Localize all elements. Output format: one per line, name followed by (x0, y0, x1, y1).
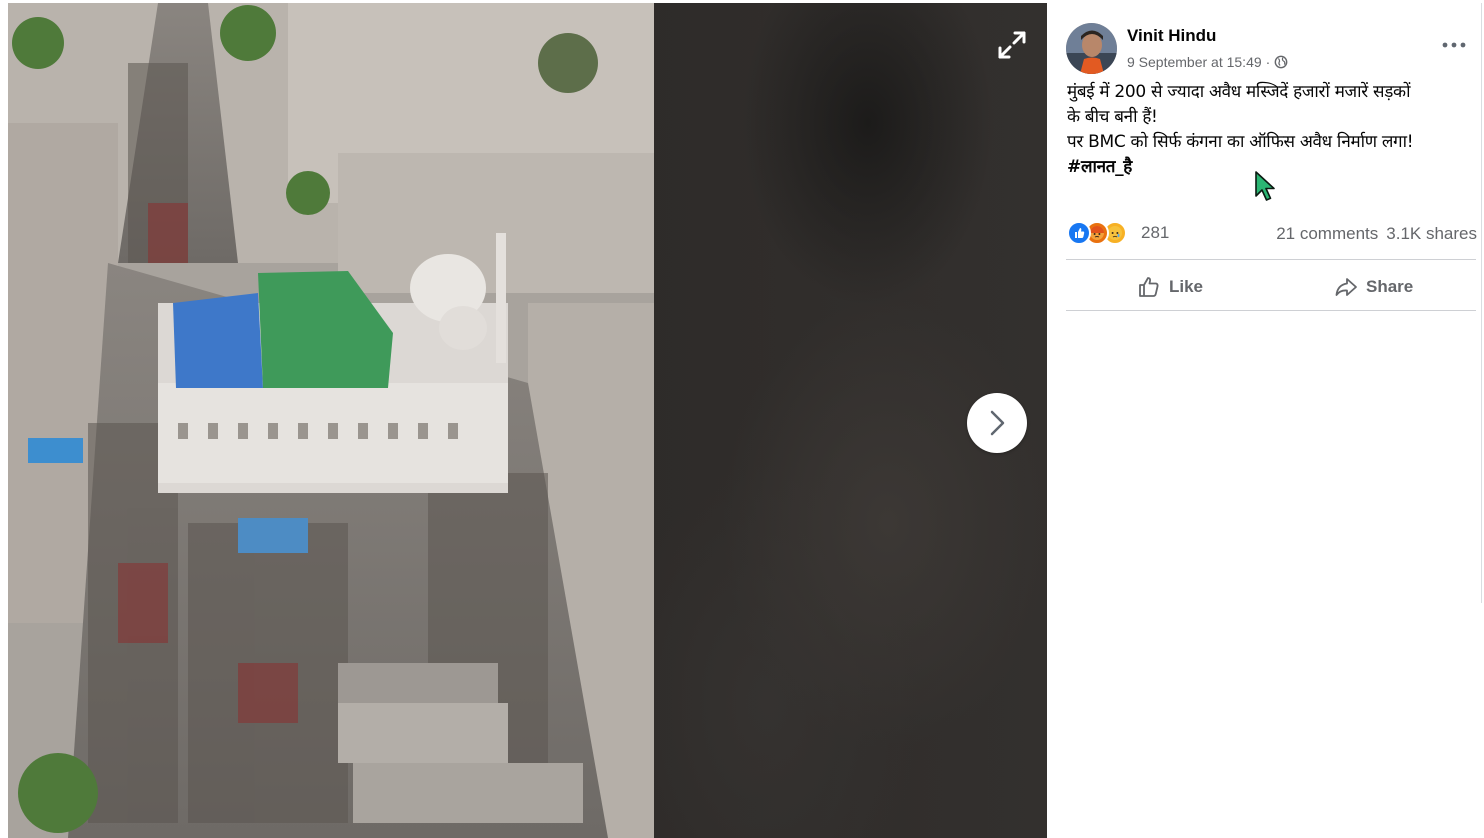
sidebar-divider (1481, 3, 1482, 603)
globe-icon[interactable] (1274, 55, 1288, 69)
reaction-count: 281 (1141, 223, 1170, 242)
post-timestamp[interactable]: 9 September at 15:49 (1127, 54, 1262, 70)
post-text: मुंबई में 200 से ज्यादा अवैध मस्जिदें हज… (1067, 80, 1479, 180)
meta-separator: · (1265, 54, 1271, 70)
shares-count[interactable]: 3.1K shares (1386, 224, 1477, 244)
reactions-summary[interactable]: 281 (1067, 221, 1169, 245)
media-stage (8, 3, 1047, 838)
expand-arrows-icon (998, 31, 1026, 59)
aerial-city-photo (8, 3, 654, 838)
fullscreen-button[interactable] (993, 25, 1031, 65)
photo-viewer: Vinit Hindu 9 September at 15:49 · मुंबई… (0, 0, 1484, 838)
share-label: Share (1366, 277, 1414, 296)
post-text-line: पर BMC को सिर्फ कंगना का ऑफिस अवैध निर्म… (1067, 132, 1414, 152)
comments-count[interactable]: 21 comments (1276, 224, 1378, 244)
engagement-counts: 21 comments 3.1K shares (1276, 224, 1477, 244)
like-reaction-icon (1067, 221, 1091, 245)
post-text-line: मुंबई में 200 से ज्यादा अवैध मस्जिदें हज… (1067, 82, 1411, 102)
more-options-button[interactable] (1440, 31, 1468, 59)
reaction-icons (1067, 221, 1127, 245)
profile-photo (1066, 23, 1117, 74)
actions-divider-bottom (1066, 310, 1476, 311)
post-meta: 9 September at 15:49 · (1127, 54, 1288, 70)
post-text-line: के बीच बनी हैं! (1067, 107, 1158, 127)
thumbs-up-icon (1139, 277, 1159, 297)
actions-divider-top (1066, 259, 1476, 260)
like-label: Like (1169, 277, 1204, 296)
author-name[interactable]: Vinit Hindu (1127, 26, 1216, 46)
avatar[interactable] (1066, 23, 1117, 74)
ellipsis-icon (1442, 42, 1466, 48)
mouse-cursor-icon (1255, 171, 1275, 201)
chevron-right-icon (990, 410, 1005, 436)
post-sidebar: Vinit Hindu 9 September at 15:49 · मुंबई… (1047, 3, 1484, 838)
share-button[interactable]: Share (1334, 271, 1413, 303)
like-button[interactable]: Like (1137, 271, 1203, 303)
post-photo[interactable] (8, 3, 654, 838)
next-photo-button[interactable] (967, 393, 1027, 453)
share-arrow-icon (1335, 278, 1357, 296)
